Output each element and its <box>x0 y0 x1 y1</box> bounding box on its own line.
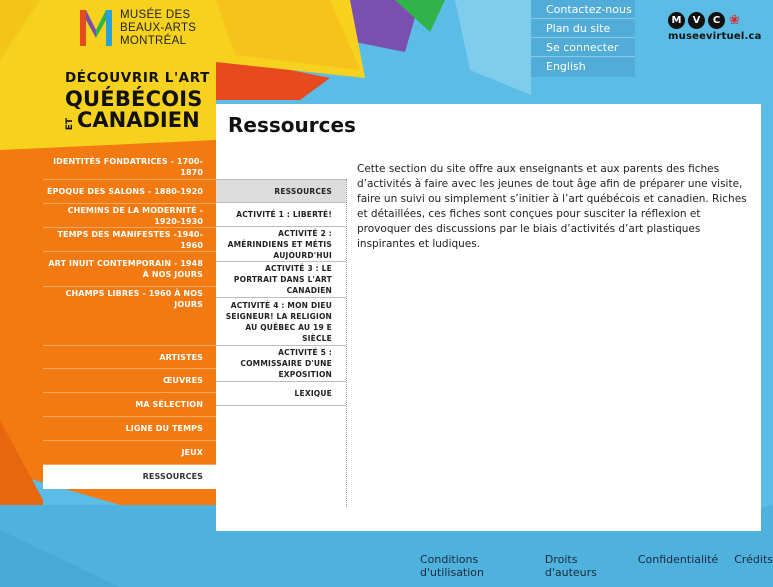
sub-nav-item[interactable]: ACTIVITÉ 2 : AMÉRINDIENS ET MÉTIS AUJOUR… <box>216 227 346 262</box>
nav-games[interactable]: JEUX <box>43 441 216 465</box>
sub-nav-item[interactable]: RESSOURCES <box>216 179 346 203</box>
sub-nav-item[interactable]: ACTIVITÉ 1 : LIBERTÉ! <box>216 203 346 227</box>
contact-link[interactable]: Contactez-nous <box>531 0 635 19</box>
mvc-logo[interactable]: M V C ❀ museevirtuel.ca <box>668 12 762 42</box>
mbam-m-icon <box>80 10 112 46</box>
site-title-line3: CANADIEN <box>77 107 200 132</box>
site-title-line2: QUÉBÉCOIS <box>65 86 203 111</box>
footer-links: Conditions d'utilisation Droits d'auteur… <box>420 553 773 579</box>
sub-nav-item[interactable]: ACTIVITÉ 5 : COMMISSAIRE D'UNE EXPOSITIO… <box>216 346 346 382</box>
site-title-line3-wrap: ET CANADIEN <box>65 107 215 132</box>
sub-nav-item[interactable]: ACTIVITÉ 4 : MON DIEU SEIGNEUR! LA RELIG… <box>216 298 346 346</box>
resources-sub-nav: RESSOURCES ACTIVITÉ 1 : LIBERTÉ! ACTIVIT… <box>216 179 346 406</box>
footer-terms-link[interactable]: Conditions d'utilisation <box>420 553 530 579</box>
english-link[interactable]: English <box>531 57 635 77</box>
museum-logo[interactable]: MUSÉE DES BEAUX-ARTS MONTRÉAL <box>78 8 218 52</box>
nav-period[interactable]: CHEMINS DE LA MODERNITÉ - 1920-1930 <box>43 204 216 228</box>
nav-my-selection[interactable]: MA SÉLECTION <box>43 393 216 417</box>
nav-period[interactable]: TEMPS DES MANIFESTES -1940-1960 <box>43 228 216 252</box>
nav-period[interactable]: ART INUIT CONTEMPORAIN - 1948 À NOS JOUR… <box>43 252 216 287</box>
mvc-letter: M <box>668 12 685 29</box>
nav-artists[interactable]: ARTISTES <box>43 345 216 369</box>
mvc-letter: V <box>688 12 705 29</box>
mvc-letter: C <box>708 12 725 29</box>
museum-name: MUSÉE DES BEAUX-ARTS MONTRÉAL <box>120 9 196 48</box>
museum-name-line: MUSÉE DES <box>120 9 191 21</box>
nav-resources[interactable]: RESSOURCES <box>43 465 216 489</box>
mvc-circles: M V C ❀ <box>668 12 758 29</box>
nav-timeline[interactable]: LIGNE DU TEMPS <box>43 417 216 441</box>
content-panel: Ressources RESSOURCES ACTIVITÉ 1 : LIBER… <box>216 104 761 531</box>
nav-period[interactable]: CHAMPS LIBRES - 1960 À NOS JOURS <box>43 287 216 311</box>
mvc-site-name: museevirtuel.ca <box>668 31 762 42</box>
sitemap-link[interactable]: Plan du site <box>531 19 635 38</box>
sub-nav-item[interactable]: ACTIVITÉ 3 : LE PORTRAIT DANS L'ART CANA… <box>216 262 346 298</box>
utility-menu: Contactez-nous Plan du site Se connecter… <box>531 0 635 77</box>
nav-period[interactable]: IDENTITÉS FONDATRICES - 1700-1870 <box>43 155 216 180</box>
footer-privacy-link[interactable]: Confidentialité <box>638 553 718 579</box>
museum-name-line: BEAUX-ARTS <box>120 22 197 34</box>
sub-nav-divider <box>346 179 347 507</box>
maple-leaf-icon: ❀ <box>729 13 740 28</box>
footer-copyright-link[interactable]: Droits d'auteurs <box>545 553 622 579</box>
page-title: Ressources <box>228 113 356 137</box>
login-link[interactable]: Se connecter <box>531 38 635 57</box>
nav-works[interactable]: ŒUVRES <box>43 369 216 393</box>
footer-credits-link[interactable]: Crédits <box>734 553 773 579</box>
nav-period[interactable]: ÉPOQUE DES SALONS - 1880-1920 <box>43 180 216 204</box>
site-title-line1: DÉCOUVRIR L'ART <box>65 70 210 86</box>
site-title[interactable]: DÉCOUVRIR L'ART QUÉBÉCOIS ET CANADIEN <box>65 70 215 132</box>
sub-nav-item[interactable]: LEXIQUE <box>216 382 346 406</box>
museum-name-line: MONTRÉAL <box>120 35 187 47</box>
main-nav: IDENTITÉS FONDATRICES - 1700-1870 ÉPOQUE… <box>43 155 216 489</box>
intro-text: Cette section du site offre aux enseigna… <box>357 163 747 250</box>
site-title-et: ET <box>65 118 75 131</box>
